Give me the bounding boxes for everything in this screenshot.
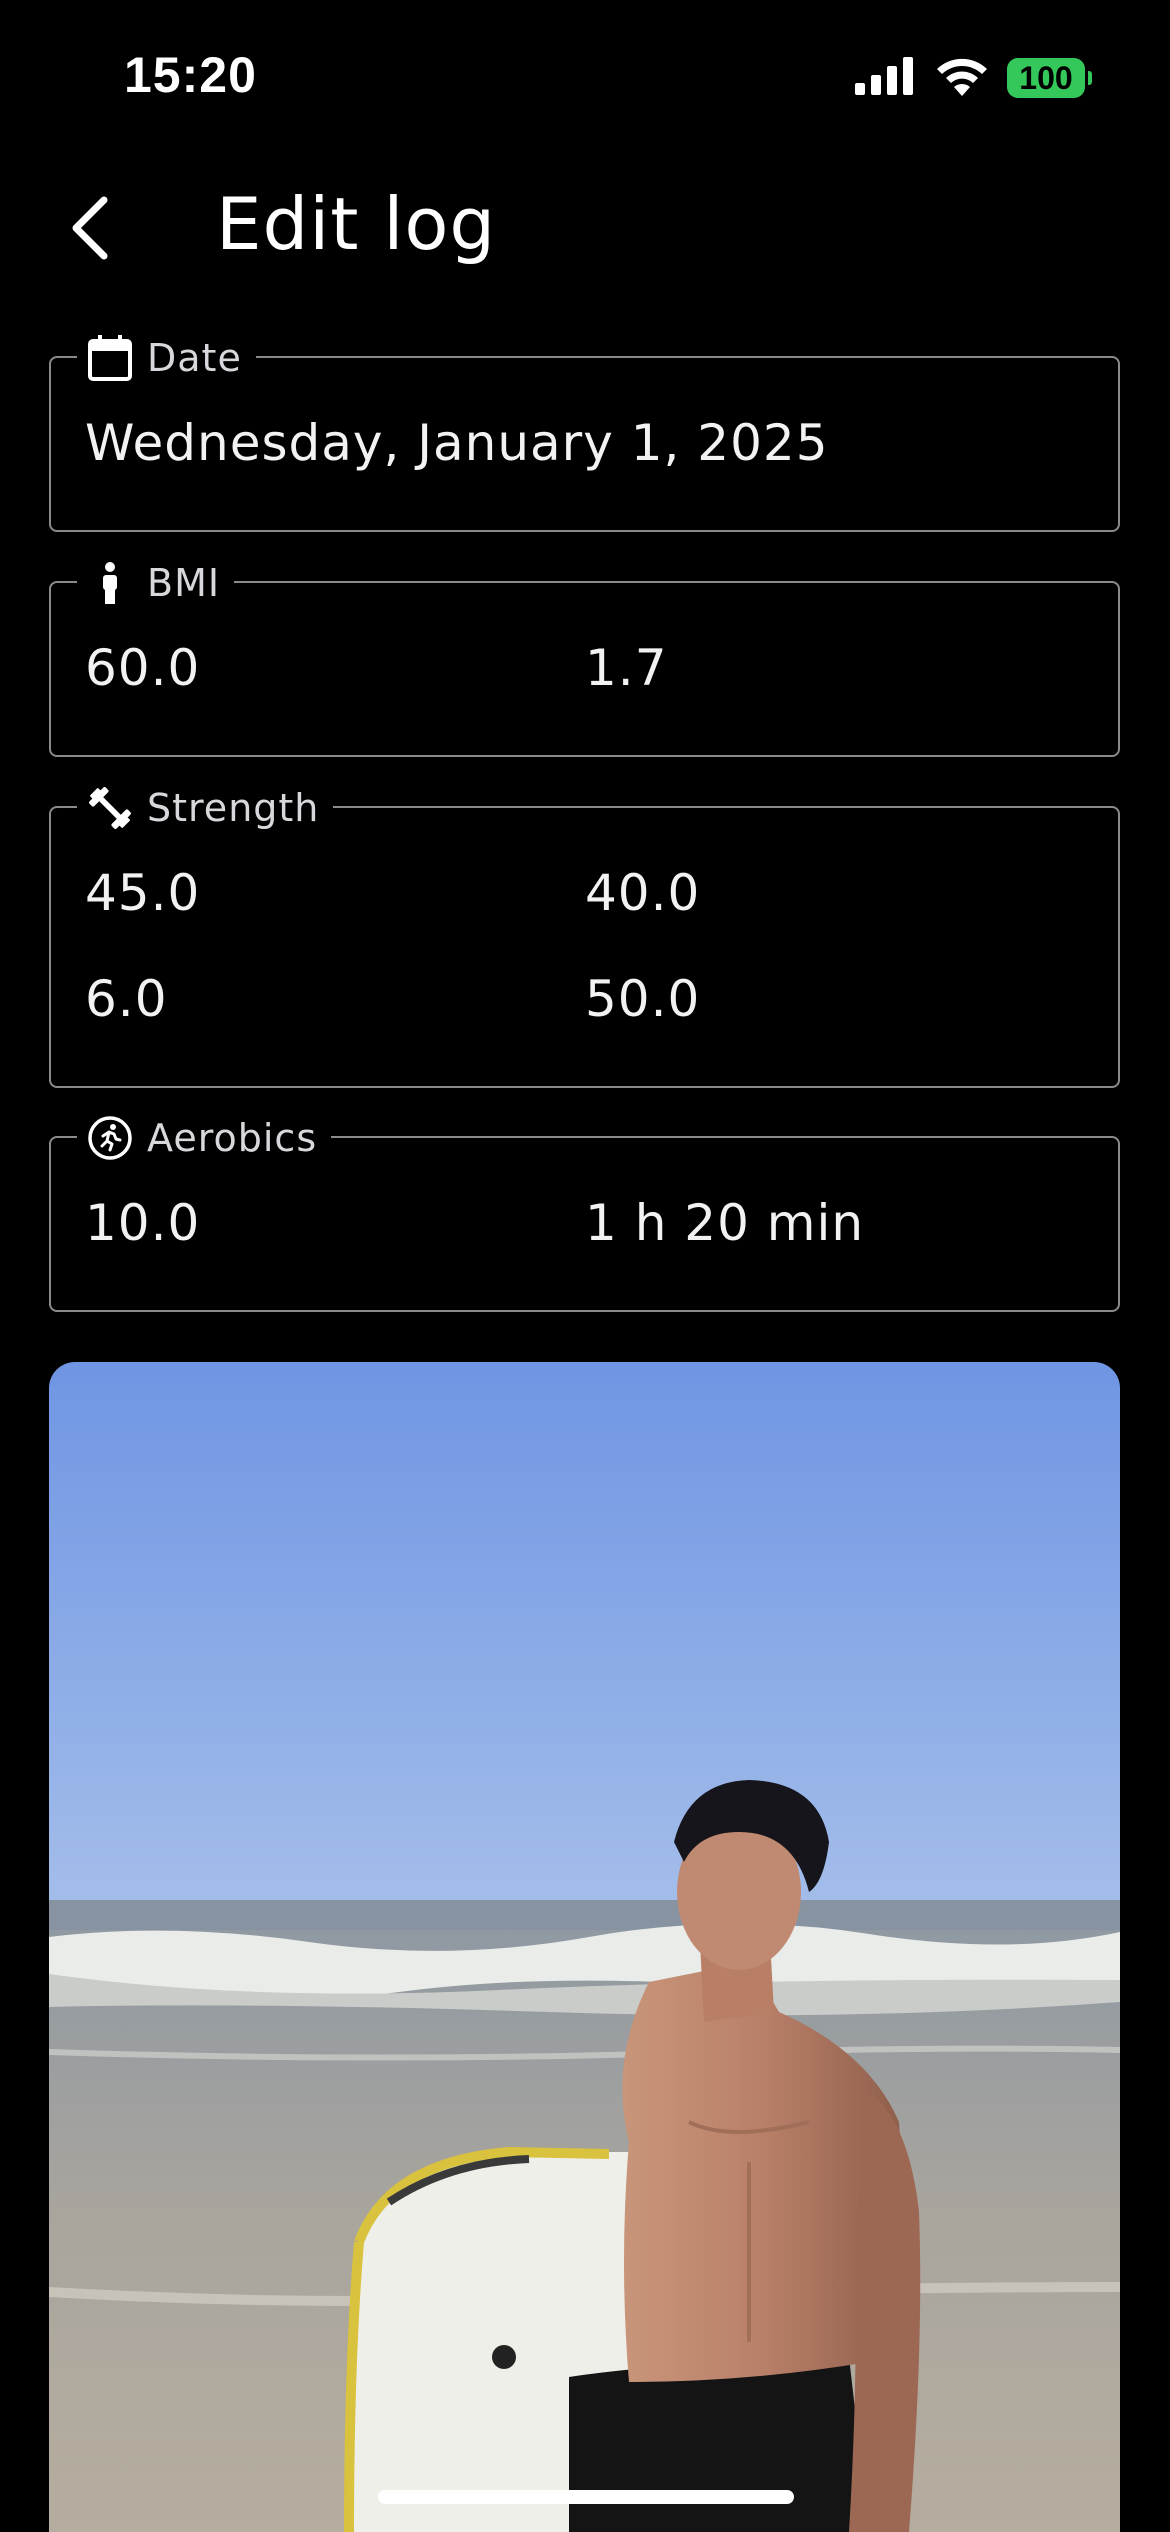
weight-input[interactable]: 60.0 bbox=[85, 639, 200, 697]
bmi-label: BMI bbox=[147, 561, 221, 605]
chevron-left-icon bbox=[72, 196, 108, 260]
status-bar: 15:20 100 bbox=[0, 0, 1170, 150]
strength-field: Strength 45.0 40.0 6.0 50.0 bbox=[49, 780, 1120, 1088]
calendar-icon bbox=[87, 335, 133, 381]
height-input[interactable]: 1.7 bbox=[585, 639, 668, 697]
strength-input-4[interactable]: 50.0 bbox=[585, 970, 700, 1028]
distance-input[interactable]: 10.0 bbox=[85, 1194, 200, 1252]
back-button[interactable] bbox=[50, 188, 130, 268]
strength-input-1[interactable]: 45.0 bbox=[85, 864, 200, 922]
page-title: Edit log bbox=[216, 182, 497, 266]
strength-legend: Strength bbox=[77, 780, 334, 836]
status-icons: 100 bbox=[855, 56, 1092, 100]
strength-input-2[interactable]: 40.0 bbox=[585, 864, 700, 922]
wifi-icon bbox=[935, 56, 989, 100]
beach-photo[interactable] bbox=[49, 1362, 1120, 2532]
dumbbell-icon bbox=[87, 785, 133, 831]
aerobics-field: Aerobics 10.0 1 h 20 min bbox=[49, 1110, 1120, 1312]
date-legend: Date bbox=[77, 330, 256, 386]
home-indicator bbox=[378, 2490, 794, 2504]
battery-icon: 100 bbox=[1007, 58, 1092, 98]
battery-level: 100 bbox=[1007, 58, 1085, 98]
header: Edit log bbox=[0, 170, 1170, 290]
strength-label: Strength bbox=[147, 786, 320, 830]
signal-icon bbox=[855, 57, 917, 99]
strength-input-3[interactable]: 6.0 bbox=[85, 970, 168, 1028]
bmi-legend: BMI bbox=[77, 555, 235, 611]
bmi-field: BMI 60.0 1.7 bbox=[49, 555, 1120, 757]
running-icon bbox=[87, 1115, 133, 1161]
date-value[interactable]: Wednesday, January 1, 2025 bbox=[85, 414, 829, 472]
date-label: Date bbox=[147, 336, 242, 380]
duration-input[interactable]: 1 h 20 min bbox=[585, 1194, 864, 1252]
aerobics-label: Aerobics bbox=[147, 1116, 318, 1160]
aerobics-legend: Aerobics bbox=[77, 1110, 332, 1166]
date-field[interactable]: Date Wednesday, January 1, 2025 bbox=[49, 330, 1120, 532]
status-time: 15:20 bbox=[124, 47, 257, 103]
person-icon bbox=[87, 560, 133, 606]
